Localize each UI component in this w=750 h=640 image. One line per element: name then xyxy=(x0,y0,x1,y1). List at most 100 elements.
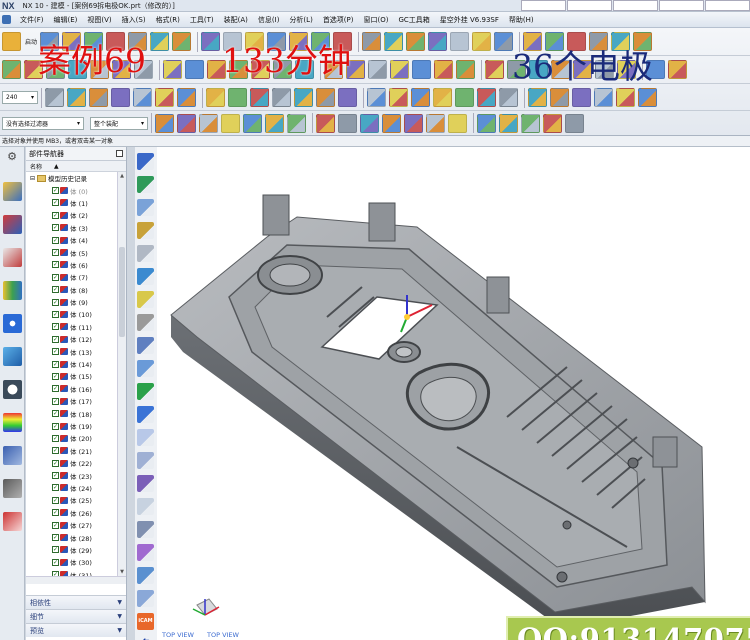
menu-preferences[interactable]: 首选项(P) xyxy=(318,15,359,25)
toolbar-tool-icon[interactable] xyxy=(428,32,448,51)
palette-icon[interactable] xyxy=(3,413,22,432)
toolbar-tool-icon[interactable] xyxy=(155,88,174,107)
visibility-checkbox[interactable]: ✓ xyxy=(52,447,59,455)
tree-body-item[interactable]: ✓ 体 (10) xyxy=(26,308,117,320)
layer-select[interactable]: 240 ▾ xyxy=(2,91,38,104)
visibility-checkbox[interactable]: ✓ xyxy=(52,224,59,232)
tree-body-item[interactable]: ✓ 体 (7) xyxy=(26,271,117,283)
menu-format[interactable]: 格式(R) xyxy=(151,15,185,25)
tree-body-item[interactable]: ✓ 体 (28) xyxy=(26,531,117,543)
toolbar-tool-icon[interactable] xyxy=(177,113,196,133)
tree-body-item[interactable]: ✓ 体 (22) xyxy=(26,457,117,469)
menu-file[interactable]: 文件(F) xyxy=(15,15,49,25)
visibility-checkbox[interactable]: ✓ xyxy=(52,261,59,269)
vertical-tool-icon[interactable] xyxy=(137,222,154,239)
menu-insert[interactable]: 插入(S) xyxy=(117,15,151,25)
visibility-checkbox[interactable]: ✓ xyxy=(52,496,59,504)
toolbar-tool-icon[interactable] xyxy=(477,88,496,107)
toolbar-tool-icon[interactable] xyxy=(221,113,240,133)
section-preview[interactable]: 预览 ▼ xyxy=(26,623,126,637)
toolbar-tool-icon[interactable] xyxy=(133,88,152,107)
toolbar-tool-icon[interactable] xyxy=(316,113,335,133)
menu-tools[interactable]: 工具(T) xyxy=(185,15,219,25)
vertical-tool-icon[interactable] xyxy=(137,291,154,308)
toolbar-tool-icon[interactable] xyxy=(638,88,657,107)
toolbar-tool-icon[interactable] xyxy=(384,32,404,51)
toolbar-tool-icon[interactable] xyxy=(177,88,196,107)
toolbar-tool-icon[interactable] xyxy=(450,32,470,51)
tree-body-item[interactable]: ✓ 体 (19) xyxy=(26,420,117,432)
menu-view[interactable]: 视图(V) xyxy=(82,15,116,25)
toolbar-tool-icon[interactable] xyxy=(543,113,562,133)
toolbar-tool-icon[interactable] xyxy=(594,88,613,107)
vertical-tool-icon[interactable] xyxy=(137,429,154,446)
constraint-navigator-tab-icon[interactable] xyxy=(3,248,22,267)
toolbar-tool-icon[interactable] xyxy=(411,88,430,107)
toolbar-tool-icon[interactable] xyxy=(67,88,86,107)
toolbar-tool-icon[interactable] xyxy=(434,60,453,79)
menu-gc-toolbox[interactable]: GC工具箱 xyxy=(393,15,434,25)
tree-body-item[interactable]: ✓ 体 (11) xyxy=(26,321,117,333)
toolbar-tool-icon[interactable] xyxy=(45,88,64,107)
toolbar-tool-icon[interactable] xyxy=(111,88,130,107)
start-label[interactable]: 启动 xyxy=(25,37,37,46)
visibility-checkbox[interactable]: ✓ xyxy=(52,360,59,368)
assembly-navigator-tab-icon[interactable] xyxy=(3,215,22,234)
tree-body-item[interactable]: ✓ 体 (23) xyxy=(26,469,117,481)
scroll-down-icon[interactable]: ▼ xyxy=(118,568,126,576)
tree-body-item[interactable]: ✓ 体 (31) xyxy=(26,569,117,576)
vertical-tool-icon[interactable] xyxy=(137,337,154,354)
visibility-checkbox[interactable]: ✓ xyxy=(52,323,59,331)
menu-window[interactable]: 窗口(O) xyxy=(359,15,394,25)
toolbar-tool-icon[interactable] xyxy=(265,113,284,133)
ming-name-button[interactable]: 名 xyxy=(137,636,154,640)
visibility-checkbox[interactable]: ✓ xyxy=(52,459,59,467)
clock-icon[interactable] xyxy=(3,380,22,399)
toolbar-tool-icon[interactable] xyxy=(368,60,387,79)
graphics-viewport[interactable]: QQ:913147075 TOP VIEW TOP VIEW xyxy=(157,147,750,640)
tree-body-item[interactable]: ✓ 体 (3) xyxy=(26,222,117,234)
toolbar-tool-icon[interactable] xyxy=(338,113,357,133)
toolbar-tool-icon[interactable] xyxy=(150,32,170,51)
system-materials-tab-icon[interactable] xyxy=(3,479,22,498)
toolbar-tool-icon[interactable] xyxy=(404,113,423,133)
vertical-tool-icon[interactable] xyxy=(137,268,154,285)
visibility-checkbox[interactable]: ✓ xyxy=(52,372,59,380)
toolbar-tool-icon[interactable] xyxy=(250,88,269,107)
tree-horizontal-scrollbar[interactable] xyxy=(26,576,126,584)
tree-body-item[interactable]: ✓ 体 (15) xyxy=(26,370,117,382)
toolbar-tool-icon[interactable] xyxy=(565,113,584,133)
tree-vertical-scrollbar[interactable]: ▲ ▼ xyxy=(117,172,126,576)
selection-filter-select[interactable]: 没有选择过滤器 ▾ xyxy=(2,116,84,130)
tree-body-item[interactable]: ✓ 体 (12) xyxy=(26,333,117,345)
gear-icon[interactable]: ⚙ xyxy=(4,150,20,164)
toolbar-tool-icon[interactable] xyxy=(294,88,313,107)
model-history-node[interactable]: ⊟ 模型历史记录 xyxy=(26,172,117,184)
toolbar-tool-icon[interactable] xyxy=(390,60,409,79)
maximize-icon[interactable] xyxy=(116,150,123,157)
tree-body-item[interactable]: ✓ 体 (5) xyxy=(26,246,117,258)
toolbar-tool-icon[interactable] xyxy=(316,88,335,107)
visibility-checkbox[interactable]: ✓ xyxy=(52,546,59,554)
collapse-icon[interactable]: ⊟ xyxy=(30,175,35,182)
section-dependencies[interactable]: 相依性 ▼ xyxy=(26,595,126,609)
menu-edit[interactable]: 编辑(E) xyxy=(49,15,83,25)
toolbar-tool-icon[interactable] xyxy=(499,113,518,133)
tree-body-item[interactable]: ✓ 体 (4) xyxy=(26,234,117,246)
visibility-checkbox[interactable]: ✓ xyxy=(52,335,59,343)
toolbar-tool-icon[interactable] xyxy=(668,60,687,79)
toolbar-tool-icon[interactable] xyxy=(360,113,379,133)
toolbar-tool-icon[interactable] xyxy=(521,113,540,133)
vertical-tool-icon[interactable] xyxy=(137,406,154,423)
visibility-checkbox[interactable]: ✓ xyxy=(52,509,59,517)
tree-body-item[interactable]: ✓ 体 (16) xyxy=(26,383,117,395)
tree-body-item[interactable]: ✓ 体 (30) xyxy=(26,556,117,568)
vertical-tool-icon[interactable] xyxy=(137,383,154,400)
toolbar-tool-icon[interactable] xyxy=(494,32,514,51)
visibility-checkbox[interactable]: ✓ xyxy=(52,199,59,207)
menu-help[interactable]: 帮助(H) xyxy=(504,15,539,25)
vertical-tool-icon[interactable] xyxy=(137,314,154,331)
vertical-tool-icon[interactable] xyxy=(137,498,154,515)
toolbar-tool-icon[interactable] xyxy=(426,113,445,133)
visibility-checkbox[interactable]: ✓ xyxy=(52,534,59,542)
